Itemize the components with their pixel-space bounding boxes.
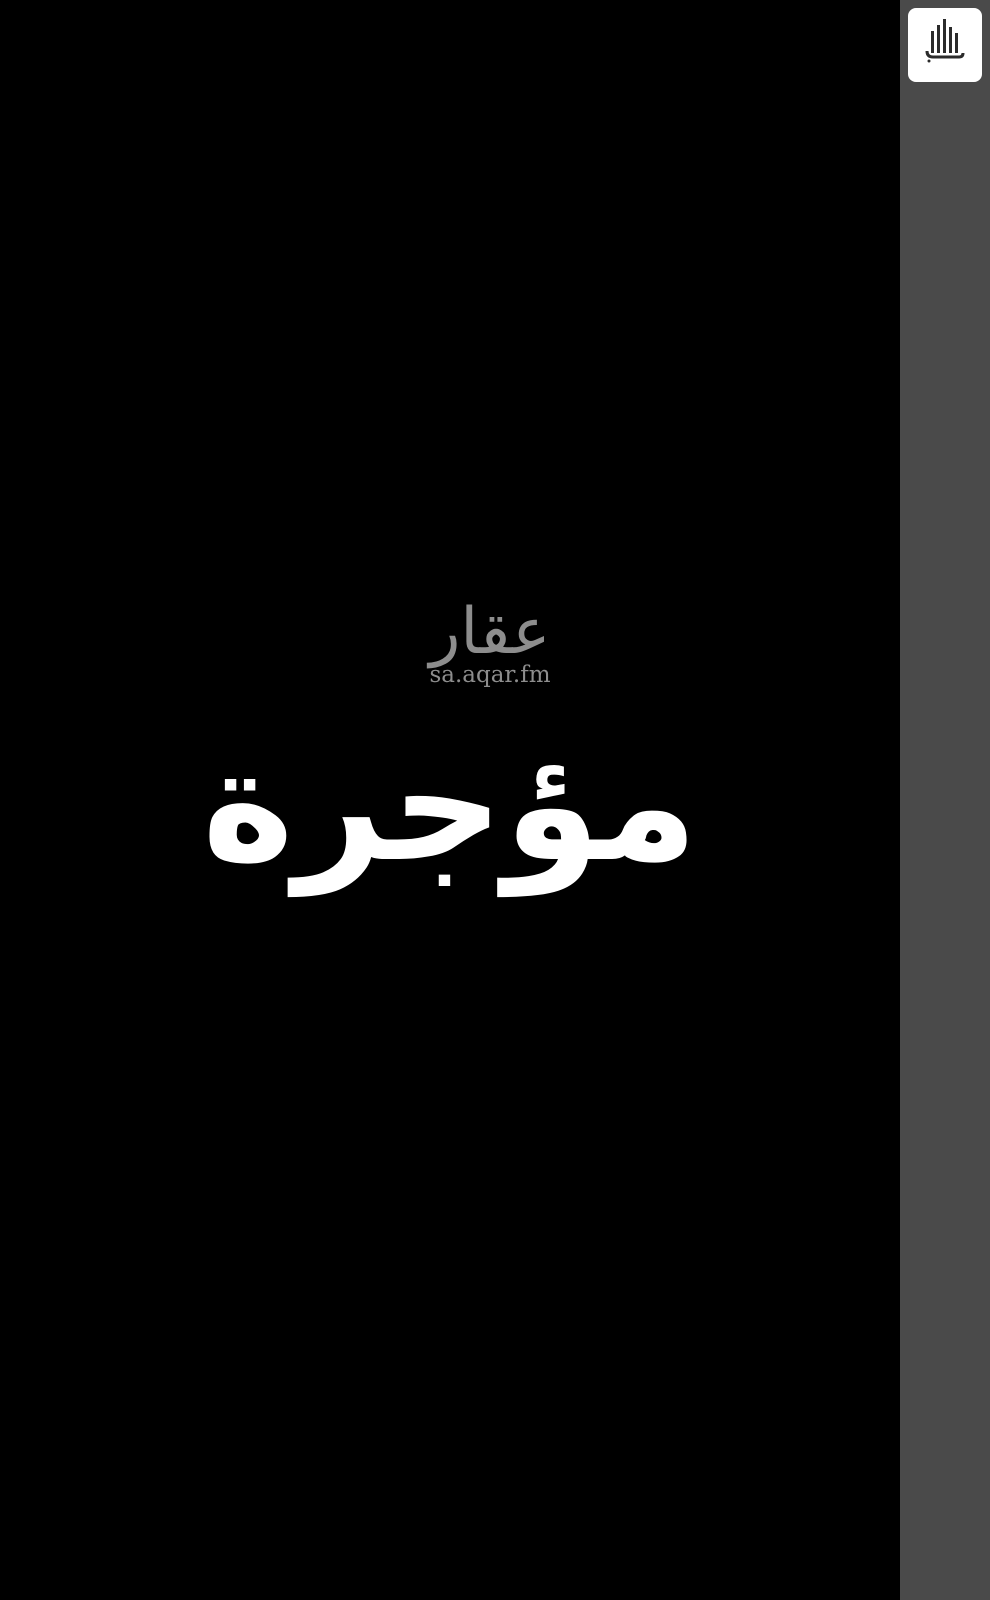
side-panel <box>900 0 990 1600</box>
logo-dot <box>927 59 931 63</box>
aqar-watermark: عقار sa.aqar.fm <box>410 596 570 688</box>
watermark-url: sa.aqar.fm <box>429 662 551 688</box>
logo-bar <box>949 27 952 53</box>
building-skyline-logo-icon <box>908 8 982 82</box>
watermark-brand: عقار <box>429 595 551 669</box>
logo-graphic <box>925 19 965 63</box>
logo-bar <box>955 33 958 53</box>
logo-bar <box>931 31 934 53</box>
listing-image: عقار sa.aqar.fm مؤجرة <box>0 0 900 1600</box>
logo-bar <box>937 25 940 53</box>
image-viewer: عقار sa.aqar.fm مؤجرة <box>0 0 990 1600</box>
logo-bar <box>943 19 946 53</box>
rented-label: مؤجرة <box>202 714 698 896</box>
